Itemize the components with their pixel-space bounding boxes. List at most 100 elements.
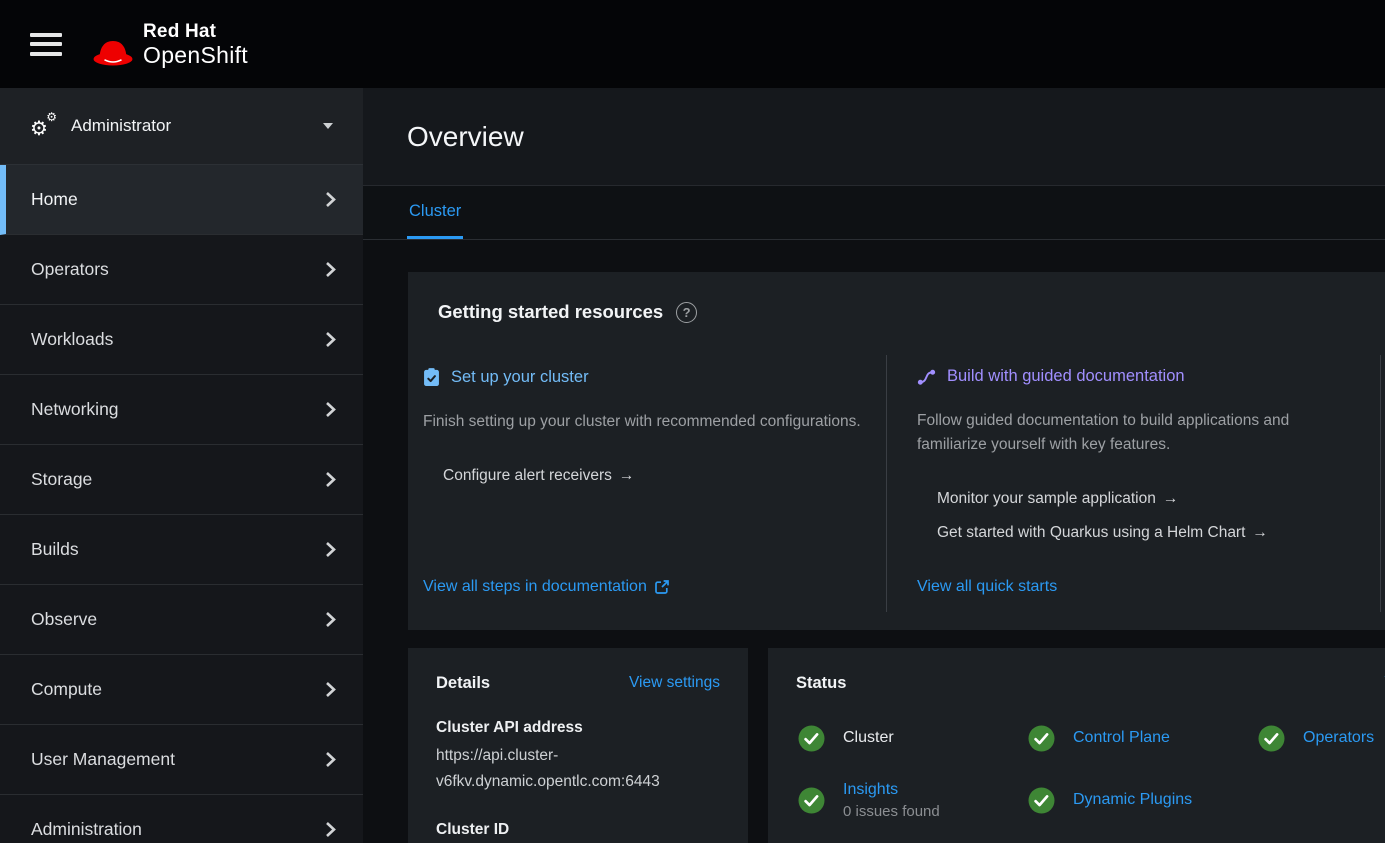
status-sub-text: 0 issues found bbox=[843, 803, 940, 820]
sidebar-item-label: Operators bbox=[31, 259, 109, 280]
question-circle-icon[interactable]: ? bbox=[676, 302, 697, 323]
sidebar-item-administration[interactable]: Administration bbox=[0, 795, 363, 843]
footer-link-label: View all quick starts bbox=[917, 578, 1057, 596]
brand-line1: Red Hat bbox=[143, 22, 248, 41]
sidebar-item-observe[interactable]: Observe bbox=[0, 585, 363, 655]
arrow-right-icon: → bbox=[1252, 524, 1268, 541]
getting-started-title: Getting started resources bbox=[438, 301, 663, 323]
perspective-switcher[interactable]: ⚙ ⚙ Administrator bbox=[0, 88, 363, 165]
status-item-insights: Insights 0 issues found bbox=[798, 777, 1028, 823]
main-content: Overview Cluster Getting started resourc… bbox=[363, 88, 1385, 843]
getting-started-card: Getting started resources ? Set up your … bbox=[408, 272, 1385, 630]
status-card-header: Status View alerts bbox=[796, 674, 1385, 693]
check-circle-icon bbox=[1258, 725, 1285, 752]
redhat-openshift-logo: Red Hat OpenShift bbox=[92, 22, 248, 67]
details-card-title: Details bbox=[436, 674, 490, 693]
chevron-right-icon bbox=[325, 471, 336, 488]
status-label-dynamic-plugins[interactable]: Dynamic Plugins bbox=[1073, 791, 1192, 809]
details-card-header: Details View settings bbox=[436, 674, 720, 693]
chevron-right-icon bbox=[325, 401, 336, 418]
status-label-insights[interactable]: Insights bbox=[843, 781, 940, 799]
column-title: Set up your cluster bbox=[451, 368, 589, 387]
chevron-right-icon bbox=[325, 191, 336, 208]
check-circle-icon bbox=[798, 787, 825, 814]
sidebar-item-label: User Management bbox=[31, 749, 175, 770]
sidebar-item-storage[interactable]: Storage bbox=[0, 445, 363, 515]
masthead: Red Hat OpenShift bbox=[0, 0, 1385, 88]
chevron-right-icon bbox=[325, 541, 336, 558]
sidebar-item-networking[interactable]: Networking bbox=[0, 375, 363, 445]
getting-started-header: Getting started resources ? bbox=[408, 272, 1385, 323]
sidebar-item-label: Administration bbox=[31, 819, 142, 840]
status-item-text: Cluster bbox=[843, 729, 894, 747]
clipboard-check-icon bbox=[423, 367, 440, 387]
route-icon bbox=[917, 368, 936, 386]
status-item-text: Control Plane bbox=[1073, 729, 1170, 747]
status-label-operators[interactable]: Operators bbox=[1303, 729, 1374, 747]
sidebar-item-label: Home bbox=[31, 189, 78, 210]
perspective-label: Administrator bbox=[71, 116, 171, 136]
page-title: Overview bbox=[407, 121, 524, 153]
column-footer-link-view-all-steps-in-documentation[interactable]: View all steps in documentation bbox=[423, 578, 669, 596]
getting-started-column-set-up-your-cluster: Set up your cluster Finish setting up you… bbox=[423, 355, 887, 612]
caret-down-icon bbox=[323, 123, 333, 129]
status-item-operators: Operators bbox=[1258, 715, 1385, 761]
external-link-icon bbox=[655, 580, 669, 594]
column-footer-link-view-all-quick-starts[interactable]: View all quick starts bbox=[917, 578, 1057, 596]
check-circle-icon bbox=[1028, 725, 1055, 752]
tab-bar: Cluster bbox=[363, 186, 1385, 240]
status-item-text: Dynamic Plugins bbox=[1073, 791, 1192, 809]
red-hat-fedora-icon bbox=[92, 38, 136, 67]
quick-start-link-configure-alert-receivers[interactable]: Configure alert receivers→ bbox=[443, 467, 886, 485]
sidebar-item-builds[interactable]: Builds bbox=[0, 515, 363, 585]
page-header: Overview bbox=[363, 88, 1385, 186]
quick-start-link-monitor-your-sample-application[interactable]: Monitor your sample application→ bbox=[937, 490, 1380, 508]
column-description: Finish setting up your cluster with reco… bbox=[423, 410, 868, 434]
brand-text: Red Hat OpenShift bbox=[143, 22, 248, 67]
check-circle-icon bbox=[1028, 787, 1055, 814]
sidebar-item-label: Storage bbox=[31, 469, 92, 490]
status-card-title: Status bbox=[796, 674, 846, 693]
column-title-link[interactable]: Build with guided documentation bbox=[917, 367, 1380, 386]
status-item-text: Insights 0 issues found bbox=[843, 781, 940, 820]
status-item-dynamic-plugins: Dynamic Plugins bbox=[1028, 777, 1258, 823]
chevron-right-icon bbox=[325, 261, 336, 278]
status-item-cluster: Cluster bbox=[798, 715, 1028, 761]
sidebar-item-workloads[interactable]: Workloads bbox=[0, 305, 363, 375]
chevron-right-icon bbox=[325, 821, 336, 838]
sidebar-item-label: Workloads bbox=[31, 329, 113, 350]
details-fields: Cluster API address https://api.cluster-v… bbox=[436, 719, 720, 839]
sidebar-item-label: Builds bbox=[31, 539, 79, 560]
tab-cluster[interactable]: Cluster bbox=[407, 186, 463, 239]
status-label-control-plane[interactable]: Control Plane bbox=[1073, 729, 1170, 747]
detail-field-value: https://api.cluster-v6fkv.dynamic.opentl… bbox=[436, 743, 720, 795]
quick-start-links: Configure alert receivers→ bbox=[443, 467, 886, 485]
footer-link-label: View all steps in documentation bbox=[423, 578, 647, 596]
hamburger-icon bbox=[30, 33, 62, 37]
quick-start-link-get-started-with-quarkus-using-a-helm-chart[interactable]: Get started with Quarkus using a Helm Ch… bbox=[937, 524, 1380, 542]
sidebar-item-home[interactable]: Home bbox=[0, 165, 363, 235]
detail-field-label-cluster-api-address: Cluster API address bbox=[436, 719, 720, 737]
arrow-right-icon: → bbox=[1163, 490, 1179, 507]
arrow-right-icon: → bbox=[619, 467, 635, 484]
sidebar-item-compute[interactable]: Compute bbox=[0, 655, 363, 725]
status-item-control-plane: Control Plane bbox=[1028, 715, 1258, 761]
status-item-text: Operators bbox=[1303, 729, 1374, 747]
status-grid: Cluster Control Plane Operators Insights 0 i… bbox=[798, 715, 1385, 823]
status-card: Status View alerts Cluster Control Plane O… bbox=[768, 648, 1385, 843]
detail-field-label-cluster-id: Cluster ID bbox=[436, 821, 720, 839]
sidebar-item-user-management[interactable]: User Management bbox=[0, 725, 363, 795]
sidebar-item-label: Compute bbox=[31, 679, 102, 700]
cogs-icon: ⚙ ⚙ bbox=[30, 113, 57, 139]
sidebar-item-operators[interactable]: Operators bbox=[0, 235, 363, 305]
check-circle-icon bbox=[798, 725, 825, 752]
view-settings-link[interactable]: View settings bbox=[629, 674, 720, 692]
nav-toggle-button[interactable] bbox=[30, 33, 62, 56]
column-title-link[interactable]: Set up your cluster bbox=[423, 367, 886, 387]
chevron-right-icon bbox=[325, 751, 336, 768]
chevron-right-icon bbox=[325, 331, 336, 348]
sidebar-nav-list: Home Operators Workloads Networking Storage B… bbox=[0, 165, 363, 843]
chevron-right-icon bbox=[325, 611, 336, 628]
getting-started-column-build-with-guided-documentation: Build with guided documentationFollow gu… bbox=[887, 355, 1381, 612]
quick-start-links: Monitor your sample application→ Get star… bbox=[937, 490, 1380, 542]
